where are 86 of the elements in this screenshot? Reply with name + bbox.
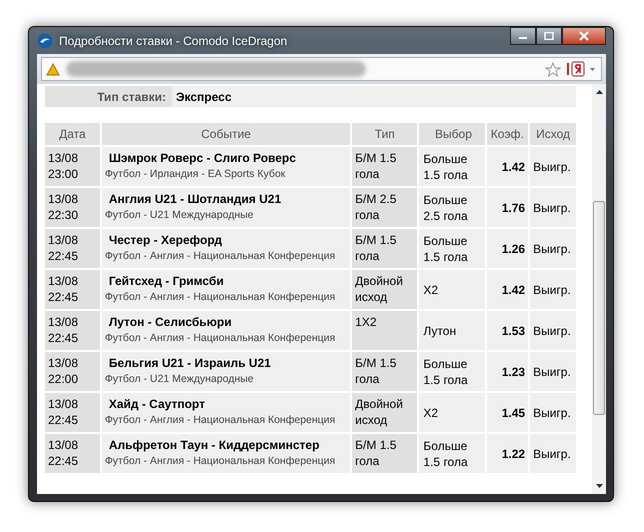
- bet-type-label: Тип ставки:: [96, 90, 167, 104]
- date-text: 13/08: [48, 191, 80, 207]
- league-text: Футбол - Ирландия - EA Sports Кубок: [104, 167, 286, 182]
- table-cell: X2: [419, 268, 487, 309]
- window-title: Подробности ставки - Comodo IceDragon: [59, 34, 288, 48]
- table-cell: Больше 2.5 гола: [419, 186, 487, 227]
- star-icon[interactable]: [545, 62, 561, 76]
- table-cell: Больше 1.5 гола: [419, 145, 487, 186]
- date-text: 13/08: [48, 232, 80, 248]
- table-cell: Лутон: [419, 309, 487, 350]
- table-cell: Выигр.: [530, 309, 576, 350]
- table-cell: Б/М 1.5 гола: [352, 350, 420, 391]
- table-cell: 1.42: [486, 268, 530, 309]
- table-cell: 1.53: [486, 309, 530, 350]
- address-field[interactable]: [41, 57, 602, 81]
- league-text: Футбол - Англия - Национальная Конференция: [104, 331, 336, 346]
- column-header: Тип: [352, 123, 420, 145]
- column-header: Коэф.: [486, 123, 530, 145]
- yandex-badge-icon[interactable]: [567, 61, 597, 77]
- event-name: Шэмрок Роверс - Слиго Роверс: [108, 150, 297, 166]
- dragon-logo-icon: [37, 32, 53, 48]
- event-name: Хайд - Саутпорт: [108, 396, 206, 412]
- table-cell: Выигр.: [530, 186, 576, 227]
- date-text: 13/08: [48, 273, 80, 289]
- time-text: 22:45: [48, 330, 80, 346]
- time-text: 22:30: [48, 207, 80, 223]
- table-cell: 1.26: [486, 227, 530, 268]
- table-cell: Выигр.: [530, 391, 576, 432]
- minimize-button[interactable]: [510, 27, 536, 45]
- column-header: Событие: [102, 123, 352, 145]
- event-name: Бельгия U21 - Израиль U21: [108, 355, 272, 371]
- table-cell: Выигр.: [530, 145, 576, 186]
- date-text: 13/08: [48, 314, 80, 330]
- table-cell: 1.42: [486, 145, 530, 186]
- table-cell: Выигр.: [530, 432, 576, 473]
- table-cell: 1.23: [486, 350, 530, 391]
- league-text: Футбол - Англия - Национальная Конференция: [104, 290, 336, 305]
- table-cell: Выигр.: [530, 227, 576, 268]
- bet-type-value: Экспресс: [172, 86, 576, 107]
- time-text: 22:45: [48, 453, 80, 469]
- column-header: Исход: [530, 123, 576, 145]
- event-name: Альфретон Таун - Киддерсминстер: [108, 437, 320, 453]
- event-name: Гейтсхед - Гримсби: [108, 273, 225, 289]
- league-text: Футбол - U21 Международные: [104, 208, 254, 223]
- table-cell: Б/М 1.5 гола: [352, 432, 420, 473]
- time-text: 23:00: [48, 166, 80, 182]
- table-cell: Выигр.: [530, 268, 576, 309]
- close-icon: [578, 31, 590, 41]
- scroll-down-arrow-icon[interactable]: [596, 484, 602, 488]
- league-text: Футбол - Англия - Национальная Конференция: [104, 249, 336, 264]
- event-name: Честер - Херефорд: [108, 232, 223, 248]
- date-text: 13/08: [48, 437, 80, 453]
- date-text: 13/08: [48, 355, 80, 371]
- close-button[interactable]: [562, 27, 606, 45]
- league-text: Футбол - Англия - Национальная Конференция: [104, 454, 336, 469]
- league-text: Футбол - Англия - Национальная Конференция: [104, 413, 336, 428]
- table-cell: 1.45: [486, 391, 530, 432]
- league-text: Футбол - U21 Международные: [104, 372, 254, 387]
- table-cell: Выигр.: [530, 350, 576, 391]
- column-header: Дата: [45, 123, 102, 145]
- date-text: 13/08: [48, 396, 80, 412]
- maximize-icon: [544, 32, 554, 40]
- time-text: 22:00: [48, 371, 80, 387]
- time-text: 22:45: [48, 289, 80, 305]
- scroll-up-arrow-icon[interactable]: [596, 90, 602, 94]
- table-cell: 1X2: [352, 309, 420, 350]
- table-cell: Больше 1.5 гола: [419, 432, 487, 473]
- table-cell: Двойной исход: [352, 268, 420, 309]
- warning-icon: [46, 62, 60, 76]
- table-cell: Больше 1.5 гола: [419, 350, 487, 391]
- scrollbar[interactable]: [592, 84, 606, 494]
- table-cell: Больше 1.5 гола: [419, 227, 487, 268]
- table-cell: Б/М 2.5 гола: [352, 186, 420, 227]
- date-text: 13/08: [48, 150, 80, 166]
- table-cell: 1.76: [486, 186, 530, 227]
- event-name: Лутон - Селисбьюри: [108, 314, 233, 330]
- maximize-button[interactable]: [536, 27, 562, 45]
- table-cell: X2: [419, 391, 487, 432]
- time-text: 22:45: [48, 248, 80, 264]
- table-cell: 1.22: [486, 432, 530, 473]
- table-cell: Б/М 1.5 гола: [352, 227, 420, 268]
- time-text: 22:45: [48, 412, 80, 428]
- column-header: Выбор: [419, 123, 487, 145]
- event-name: Англия U21 - Шотландия U21: [108, 191, 282, 207]
- table-cell: Б/М 1.5 гола: [352, 145, 420, 186]
- table-cell: Двойной исход: [352, 391, 420, 432]
